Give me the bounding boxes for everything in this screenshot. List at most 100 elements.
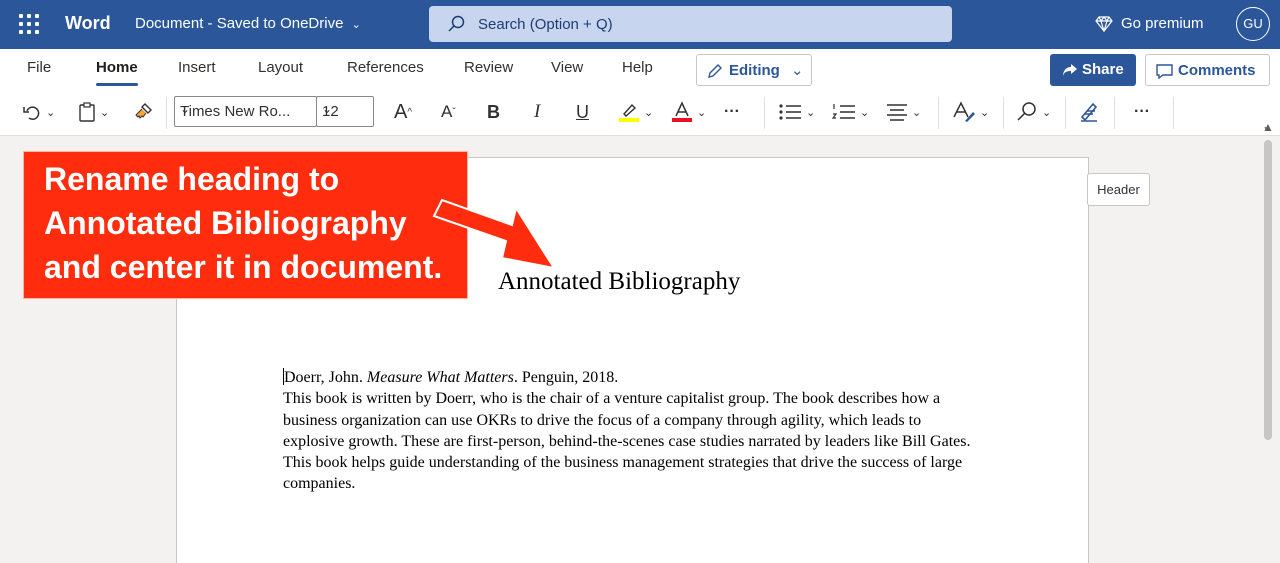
- undo-icon: [23, 106, 40, 120]
- font-size-select[interactable]: 12 ⌄: [316, 96, 374, 127]
- bullets-button[interactable]: ⌄: [778, 97, 815, 127]
- citation-author: Doerr, John.: [284, 369, 367, 386]
- align-button[interactable]: ⌄: [886, 97, 921, 127]
- tab-home[interactable]: Home: [96, 59, 138, 86]
- toolbar-divider: [166, 97, 167, 129]
- tab-file[interactable]: File: [27, 59, 51, 76]
- chevron-down-icon: ⌄: [1042, 106, 1052, 119]
- underline-icon: U: [576, 101, 589, 122]
- chevron-down-icon: ⌄: [912, 106, 922, 119]
- app-name[interactable]: Word: [65, 13, 111, 34]
- share-icon: [1063, 64, 1077, 76]
- bold-icon: B: [487, 101, 500, 122]
- editor-pen-icon: [1080, 102, 1098, 122]
- chevron-down-icon: ⌄: [860, 106, 870, 119]
- chevron-down-icon: ⌄: [644, 106, 654, 119]
- search-icon: [448, 15, 465, 32]
- italic-icon: I: [534, 101, 541, 122]
- shrink-font-button[interactable]: Aˇ: [441, 97, 456, 127]
- chevron-down-icon: ⌄: [322, 102, 333, 116]
- app-launcher-icon[interactable]: [19, 14, 39, 34]
- font-name-select[interactable]: Times New Ro... ⌄: [174, 96, 317, 127]
- diamond-icon: [1095, 16, 1113, 32]
- toolbar-divider: [764, 97, 765, 129]
- comments-label: Comments: [1178, 62, 1256, 79]
- font-color-button[interactable]: ⌄: [671, 97, 706, 127]
- chevron-down-icon: ⌄: [806, 106, 816, 119]
- bullet-list-icon: [779, 104, 801, 120]
- document-title[interactable]: Document - Saved to OneDrive ⌄: [135, 15, 361, 32]
- bold-button[interactable]: B: [487, 97, 500, 127]
- highlight-button[interactable]: ⌄: [618, 97, 653, 127]
- callout-line: and center it in document.: [44, 249, 443, 285]
- annotation-text: This book is written by Doerr, who is th…: [283, 390, 971, 493]
- chevron-down-icon: ⌄: [351, 19, 361, 31]
- more-icon: ···: [1134, 103, 1150, 120]
- more-font-options-button[interactable]: ···: [724, 97, 740, 127]
- editing-mode-button[interactable]: Editing ⌄: [696, 54, 812, 86]
- avatar[interactable]: GU: [1236, 7, 1270, 41]
- callout-arrow-icon: [432, 198, 557, 270]
- chevron-down-icon: ⌄: [46, 106, 56, 119]
- shrink-font-icon: A: [441, 102, 453, 121]
- font-color-icon: [672, 101, 692, 122]
- search-icon: [1017, 102, 1036, 121]
- editor-button[interactable]: [1078, 97, 1100, 127]
- grow-font-button[interactable]: A ^: [394, 97, 412, 127]
- numbered-list-icon: [832, 104, 855, 119]
- numbering-button[interactable]: ⌄: [832, 97, 869, 127]
- tab-layout[interactable]: Layout: [258, 59, 303, 76]
- format-painter-button[interactable]: [133, 97, 153, 127]
- header-button[interactable]: Header: [1087, 173, 1150, 206]
- clipboard-icon: [79, 102, 95, 122]
- toolbar-divider: [1114, 97, 1115, 129]
- find-button[interactable]: ⌄: [1016, 97, 1051, 127]
- document-body[interactable]: Doerr, John. Measure What Matters. Pengu…: [283, 367, 983, 495]
- share-label: Share: [1082, 61, 1124, 78]
- tab-view[interactable]: View: [551, 59, 583, 76]
- highlighter-icon: [619, 103, 639, 122]
- vertical-scrollbar[interactable]: [1264, 140, 1272, 440]
- more-icon: ···: [724, 103, 740, 120]
- go-premium-button[interactable]: Go premium: [1095, 15, 1204, 32]
- pencil-icon: [708, 64, 722, 78]
- go-premium-label: Go premium: [1121, 15, 1204, 32]
- undo-button[interactable]: ⌄: [22, 97, 55, 127]
- chevron-down-icon: ⌄: [791, 62, 804, 79]
- italic-button[interactable]: I: [534, 97, 540, 127]
- underline-button[interactable]: U: [576, 97, 589, 127]
- tab-references[interactable]: References: [347, 59, 424, 76]
- paste-button[interactable]: ⌄: [78, 97, 109, 127]
- chevron-down-icon: ⌄: [180, 102, 191, 116]
- toolbar-divider: [1173, 97, 1174, 129]
- scroll-up-icon[interactable]: ▲: [1262, 120, 1274, 134]
- callout-line: Rename heading to: [44, 161, 340, 197]
- citation-rest: . Penguin, 2018.: [513, 369, 619, 386]
- editing-label: Editing: [729, 62, 780, 79]
- chevron-down-icon: ⌄: [100, 106, 110, 119]
- align-center-icon: [887, 104, 907, 121]
- tab-insert[interactable]: Insert: [178, 59, 216, 76]
- toolbar-divider: [1003, 97, 1004, 129]
- ribbon: File Home Insert Layout References Revie…: [0, 49, 1280, 136]
- title-bar: Word Document - Saved to OneDrive ⌄ Sear…: [0, 0, 1280, 49]
- citation-title: Measure What Matters: [366, 369, 514, 386]
- tab-review[interactable]: Review: [464, 59, 513, 76]
- styles-button[interactable]: ⌄: [952, 97, 989, 127]
- chevron-down-icon: ⌄: [980, 106, 990, 119]
- tab-help[interactable]: Help: [622, 59, 653, 76]
- document-title-text: Document - Saved to OneDrive: [135, 15, 344, 32]
- format-painter-icon: [135, 103, 152, 119]
- chevron-down-icon: ⌄: [697, 106, 707, 119]
- instruction-callout: Rename heading to Annotated Bibliography…: [23, 151, 468, 299]
- comments-button[interactable]: Comments: [1145, 54, 1270, 86]
- more-options-button[interactable]: ···: [1134, 97, 1150, 127]
- search-box[interactable]: Search (Option + Q): [429, 6, 952, 42]
- share-button[interactable]: Share: [1050, 54, 1136, 86]
- toolbar-divider: [1065, 97, 1066, 129]
- callout-line: Annotated Bibliography: [44, 205, 407, 241]
- styles-icon: [953, 101, 975, 122]
- grow-font-icon: A: [394, 100, 408, 123]
- comment-icon: [1156, 64, 1173, 79]
- toolbar-divider: [938, 97, 939, 129]
